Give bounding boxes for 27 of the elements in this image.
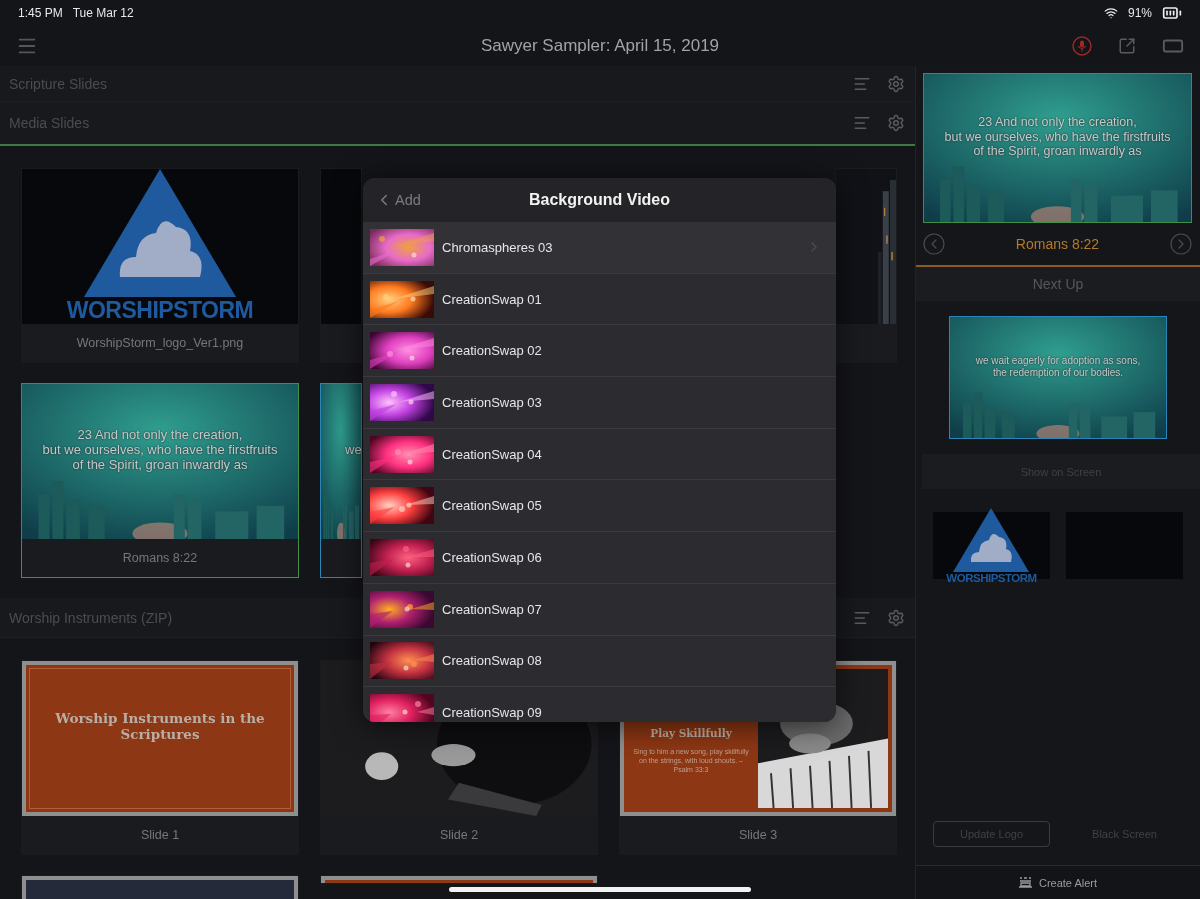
slide-caption: WorshipStorm_logo_Ver1.png — [75, 335, 245, 352]
slide-text: 23 And not only the creation, but we ourselves, who have the firstfruits of the Spirit, groan inwardly as — [944, 115, 1171, 159]
slide-title: Worship Instruments in the Scriptures — [54, 711, 266, 742]
slide-text: 23 And not only the creation, but we ourselves, who have the firstfruits of the Spirit, groan inwardly as — [42, 428, 278, 473]
next-up-label: Next Up — [1032, 276, 1084, 292]
live-reference: Romans 8:22 — [1014, 236, 1101, 252]
video-name: CreationSwap 05 — [442, 498, 543, 514]
slide-text: we wait eagerly for adoption as sons, the redemption of our bodies. — [975, 355, 1141, 378]
window-title: Sawyer Sampler: April 15, 2019 — [480, 35, 720, 56]
slide-caption: Slide 1 — [139, 827, 181, 844]
video-name: CreationSwap 01 — [442, 291, 543, 307]
status-date: Tue Mar 12 — [72, 5, 134, 20]
video-name: CreationSwap 02 — [442, 343, 543, 359]
slide-caption: Slide 3 — [737, 827, 779, 844]
video-name: CreationSwap 07 — [442, 601, 543, 617]
dialog-title: Background Video — [528, 191, 671, 209]
video-name: Chromaspheres 03 — [442, 239, 554, 255]
video-name: CreationSwap 06 — [442, 549, 543, 565]
battery-percent: 91% — [1127, 5, 1152, 20]
video-name: CreationSwap 03 — [442, 394, 543, 410]
logo-text: WORSHIPSTORM — [66, 297, 254, 324]
slide-text: we — [345, 442, 361, 457]
status-time: 1:45 PM — [18, 5, 63, 20]
slide-caption: Romans 8:22 — [121, 550, 199, 567]
slide-caption: Slide 2 — [438, 827, 480, 844]
slide-title: Play Skillfully — [650, 727, 732, 739]
video-name: CreationSwap 04 — [442, 446, 543, 462]
